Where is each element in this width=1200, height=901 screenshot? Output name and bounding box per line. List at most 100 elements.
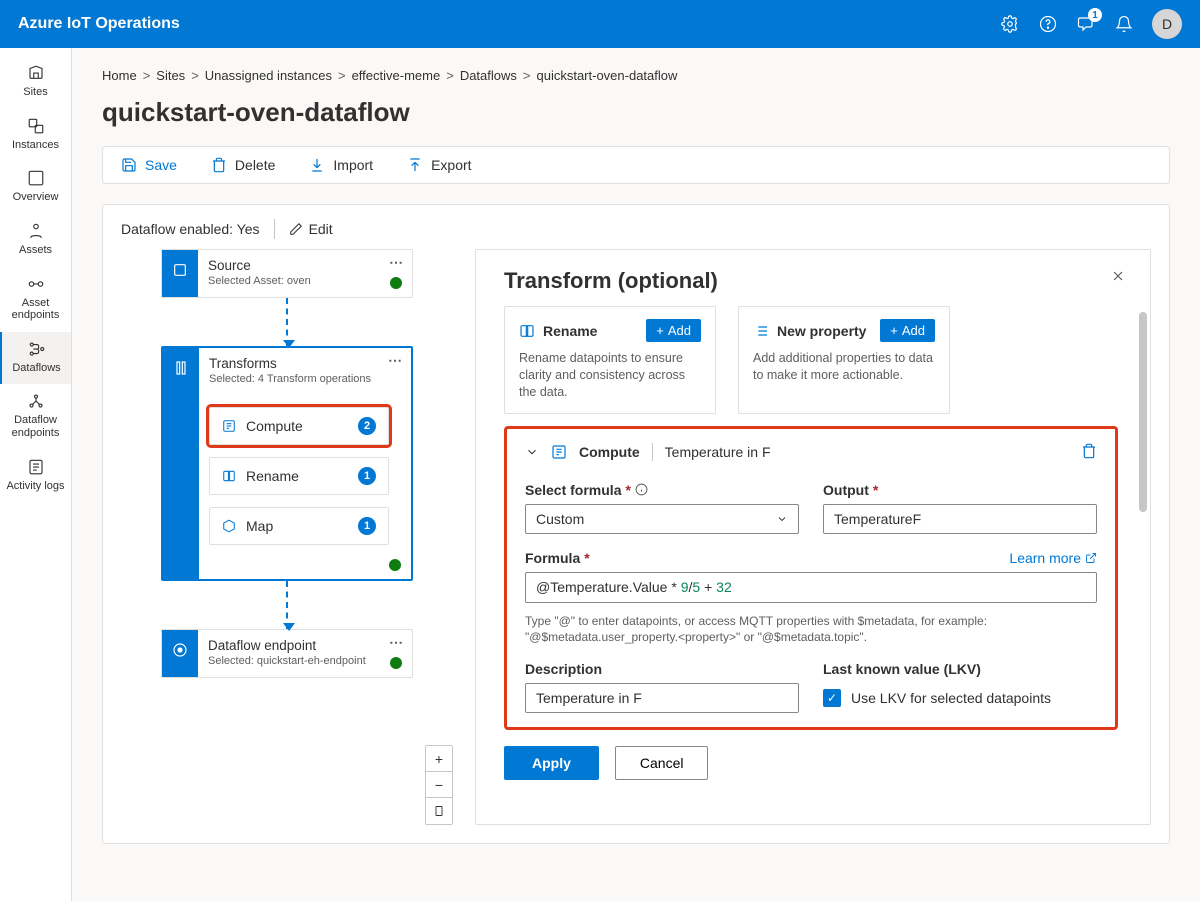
toolbar: Save Delete Import Export	[102, 146, 1170, 184]
lkv-label: Last known value (LKV)	[823, 661, 1097, 677]
rename-card: Rename + Add Rename datapoints to ensure…	[504, 306, 716, 414]
top-bar: Azure IoT Operations 1 D	[0, 0, 1200, 48]
lkv-checkbox[interactable]: ✓	[823, 689, 841, 707]
scrollbar[interactable]	[1139, 312, 1147, 820]
sidebar: Sites Instances Overview Assets Asset en…	[0, 48, 72, 901]
sidebar-item-label: Dataflow endpoints	[4, 414, 67, 439]
compute-section: Compute Temperature in F Se	[504, 426, 1118, 730]
dataflow-header: Dataflow enabled: Yes Edit	[121, 219, 1151, 239]
formula-input[interactable]: @Temperature.Value * 9/5 + 32	[525, 572, 1097, 603]
enabled-label: Dataflow enabled: Yes	[121, 221, 260, 237]
transforms-icon	[163, 348, 199, 579]
status-ok-icon	[390, 657, 402, 669]
import-button[interactable]: Import	[309, 157, 373, 173]
select-formula-label: Select formula*	[525, 482, 799, 498]
sidebar-item-label: Dataflows	[12, 362, 60, 375]
info-icon[interactable]	[635, 483, 648, 496]
help-icon[interactable]	[1038, 14, 1058, 34]
avatar[interactable]: D	[1152, 9, 1182, 39]
sidebar-item-label: Assets	[19, 244, 52, 257]
node-more-icon[interactable]: ⋯	[389, 634, 404, 651]
transform-panel: Transform (optional) Rename + A	[475, 249, 1151, 825]
output-input[interactable]	[823, 504, 1097, 534]
node-more-icon[interactable]: ⋯	[388, 352, 403, 369]
rename-icon	[519, 323, 535, 339]
compute-icon	[222, 419, 236, 433]
sidebar-item-activity-logs[interactable]: Activity logs	[0, 450, 71, 503]
zoom-in-button[interactable]: +	[426, 746, 452, 772]
rename-icon	[222, 469, 236, 483]
breadcrumb-item[interactable]: Sites	[156, 68, 185, 83]
breadcrumb: Home> Sites> Unassigned instances> effec…	[102, 68, 1170, 83]
lkv-check-label: Use LKV for selected datapoints	[851, 690, 1051, 706]
sidebar-item-dataflow-endpoints[interactable]: Dataflow endpoints	[0, 384, 71, 449]
sidebar-item-label: Activity logs	[6, 480, 64, 493]
close-icon[interactable]	[1110, 268, 1126, 287]
notifications-icon[interactable]	[1114, 14, 1134, 34]
cancel-button[interactable]: Cancel	[615, 746, 709, 780]
zoom-controls: + −	[425, 745, 453, 825]
node-more-icon[interactable]: ⋯	[389, 254, 404, 271]
main-content: Home> Sites> Unassigned instances> effec…	[72, 48, 1200, 901]
formula-select[interactable]: Custom	[525, 504, 799, 534]
formula-help: Type "@" to enter datapoints, or access …	[525, 613, 1097, 645]
formula-label: Formula*	[525, 550, 590, 566]
page-title: quickstart-oven-dataflow	[102, 97, 1170, 128]
transform-item-compute[interactable]: Compute 2	[209, 407, 389, 445]
output-label: Output*	[823, 482, 1097, 498]
sidebar-item-label: Overview	[13, 191, 59, 204]
add-property-button[interactable]: + Add	[880, 319, 935, 342]
sidebar-item-asset-endpoints[interactable]: Asset endpoints	[0, 267, 71, 332]
source-icon	[162, 250, 198, 297]
sidebar-item-label: Instances	[12, 139, 59, 152]
endpoint-icon	[162, 630, 198, 677]
breadcrumb-item: quickstart-oven-dataflow	[536, 68, 677, 83]
feedback-icon[interactable]: 1	[1076, 14, 1096, 34]
zoom-out-button[interactable]: −	[426, 772, 452, 798]
chevron-down-icon	[776, 513, 788, 525]
breadcrumb-item[interactable]: effective-meme	[352, 68, 441, 83]
compute-head-label: Compute	[579, 444, 640, 460]
node-endpoint[interactable]: ⋯ Dataflow endpoint Selected: quickstart…	[161, 629, 413, 678]
breadcrumb-item[interactable]: Unassigned instances	[205, 68, 332, 83]
description-label: Description	[525, 661, 799, 677]
save-button[interactable]: Save	[121, 157, 177, 173]
status-ok-icon	[390, 277, 402, 289]
sidebar-item-label: Asset endpoints	[4, 297, 67, 322]
sidebar-item-sites[interactable]: Sites	[0, 56, 71, 109]
sidebar-item-dataflows[interactable]: Dataflows	[0, 332, 71, 385]
panel-title: Transform (optional)	[504, 268, 1142, 294]
apply-button[interactable]: Apply	[504, 746, 599, 780]
graph-column: ⋯ Source Selected Asset: oven	[121, 249, 453, 825]
node-transforms[interactable]: ⋯ Transforms Selected: 4 Transform opera…	[161, 346, 413, 581]
node-source[interactable]: ⋯ Source Selected Asset: oven	[161, 249, 413, 298]
description-input[interactable]	[525, 683, 799, 713]
chevron-down-icon[interactable]	[525, 445, 539, 459]
delete-compute-icon[interactable]	[1081, 443, 1097, 462]
sidebar-item-instances[interactable]: Instances	[0, 109, 71, 162]
canvas-card: Dataflow enabled: Yes Edit	[102, 204, 1170, 844]
export-button[interactable]: Export	[407, 157, 471, 173]
zoom-fit-button[interactable]	[426, 798, 452, 824]
settings-icon[interactable]	[1000, 14, 1020, 34]
status-ok-icon	[389, 559, 401, 571]
sidebar-item-assets[interactable]: Assets	[0, 214, 71, 267]
list-icon	[753, 323, 769, 339]
feedback-badge: 1	[1088, 8, 1102, 22]
add-rename-button[interactable]: + Add	[646, 319, 701, 342]
edit-button[interactable]: Edit	[289, 221, 333, 237]
breadcrumb-item[interactable]: Home	[102, 68, 137, 83]
map-icon	[222, 519, 236, 533]
external-link-icon	[1085, 552, 1097, 564]
transform-item-rename[interactable]: Rename 1	[209, 457, 389, 495]
compute-icon	[551, 444, 567, 460]
learn-more-link[interactable]: Learn more	[1009, 550, 1097, 566]
delete-button[interactable]: Delete	[211, 157, 275, 173]
sidebar-item-overview[interactable]: Overview	[0, 161, 71, 214]
compute-head-name: Temperature in F	[665, 444, 771, 460]
sidebar-item-label: Sites	[23, 86, 47, 99]
breadcrumb-item[interactable]: Dataflows	[460, 68, 517, 83]
new-property-card: New property + Add Add additional proper…	[738, 306, 950, 414]
transform-item-map[interactable]: Map 1	[209, 507, 389, 545]
app-title: Azure IoT Operations	[18, 15, 180, 33]
